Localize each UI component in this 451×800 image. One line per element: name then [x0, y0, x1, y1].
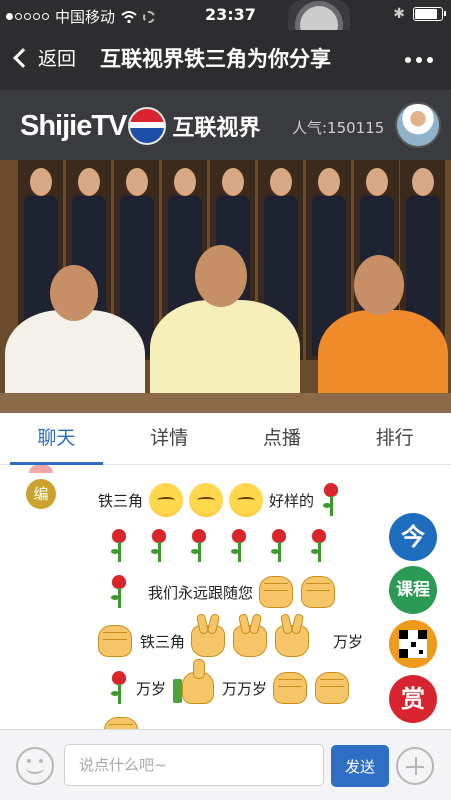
- sleepy-emoji-icon: [189, 483, 224, 517]
- fist-emoji-icon: [273, 672, 308, 704]
- qr-code-icon: [399, 630, 427, 658]
- chat-message: 铁三角 万岁: [98, 625, 369, 657]
- page-title: 互联视界铁三角为你分享: [100, 47, 331, 71]
- fist-emoji-icon: [315, 672, 350, 704]
- back-label: 返回: [38, 48, 77, 70]
- victory-hand-icon: [191, 625, 226, 657]
- battery-level: [415, 9, 438, 19]
- wifi-icon: [121, 10, 137, 23]
- chat-input-bar: 发送: [0, 729, 451, 800]
- carrier-label: 中国移动: [55, 8, 116, 26]
- host-avatar[interactable]: [395, 102, 441, 148]
- message-text: 好样的: [269, 491, 315, 510]
- fist-emoji-icon: [301, 576, 336, 608]
- signal-dots-icon: [6, 13, 49, 20]
- activity-spinner-icon: [143, 10, 156, 23]
- today-button[interactable]: 今: [389, 513, 437, 561]
- fist-emoji-icon: [98, 625, 132, 657]
- status-bar: 中国移动 23:37 ✱: [0, 0, 451, 30]
- clock: 23:37: [205, 5, 256, 24]
- message-text: 万岁: [333, 632, 364, 651]
- message-text: 铁三角: [98, 491, 144, 510]
- speaker-center-head: [195, 245, 247, 307]
- rose-icon: [108, 575, 130, 609]
- chat-list[interactable]: 编 铁三角 好样的 我们永远跟随您 铁三角 万岁 万岁 万万岁: [0, 465, 451, 729]
- reward-button[interactable]: 赏: [389, 675, 437, 723]
- tab-vod[interactable]: 点播: [226, 413, 339, 464]
- logo-globe-icon: [128, 107, 167, 145]
- back-button[interactable]: 返回: [12, 44, 76, 71]
- chat-message: [108, 529, 348, 563]
- rose-icon: [228, 529, 250, 563]
- speaker-right-head: [354, 255, 404, 315]
- victory-hand-icon: [275, 625, 310, 657]
- chevron-left-icon: [13, 47, 33, 68]
- smiley-icon[interactable]: [16, 747, 54, 785]
- message-text: 我们永远跟随您: [148, 583, 254, 602]
- tab-ranking[interactable]: 排行: [338, 413, 451, 464]
- editor-badge: 编: [26, 465, 56, 509]
- channel-header: ShijieTV 互联视界 人气:150115: [0, 90, 451, 160]
- message-text: 铁三角: [140, 632, 186, 651]
- speaker-left-head: [50, 265, 98, 321]
- ellipsis-icon[interactable]: [405, 57, 433, 63]
- bluetooth-icon: ✱: [393, 6, 405, 22]
- rose-icon: [148, 529, 170, 563]
- send-button[interactable]: 发送: [331, 745, 389, 787]
- thumbs-up-icon: [173, 659, 215, 704]
- logo-text: ShijieTV: [20, 109, 127, 142]
- course-button[interactable]: 课程: [389, 566, 437, 614]
- popularity-count: 人气:150115: [292, 119, 385, 137]
- chat-message: [104, 717, 146, 729]
- live-video[interactable]: [0, 160, 451, 413]
- rose-icon: [308, 529, 330, 563]
- channel-logo: ShijieTV 互联视界: [20, 107, 260, 145]
- rose-icon: [108, 529, 130, 563]
- victory-hand-icon: [233, 625, 268, 657]
- message-input[interactable]: [64, 744, 324, 786]
- battery-icon: [413, 7, 446, 21]
- chat-message: 万岁 万万岁: [108, 659, 357, 705]
- message-text: 万万岁: [222, 679, 268, 698]
- rose-icon: [188, 529, 210, 563]
- tab-chat[interactable]: 聊天: [0, 413, 113, 465]
- chat-message: 铁三角 好样的: [98, 483, 360, 517]
- status-right: ✱: [393, 6, 446, 22]
- sleepy-emoji-icon: [149, 483, 184, 517]
- tab-details[interactable]: 详情: [113, 413, 226, 464]
- sleepy-emoji-icon: [229, 483, 264, 517]
- message-text: 万岁: [136, 679, 167, 698]
- status-left: 中国移动: [6, 6, 156, 27]
- logo-cn-text: 互联视界: [172, 116, 261, 141]
- rose-icon: [268, 529, 290, 563]
- fist-emoji-icon: [259, 576, 294, 608]
- rose-icon: [320, 483, 342, 517]
- video-table: [0, 393, 451, 413]
- tab-bar: 聊天 详情 点播 排行: [0, 413, 451, 465]
- fist-emoji-icon: [104, 717, 138, 729]
- rose-icon: [108, 671, 130, 705]
- plus-icon[interactable]: [396, 747, 434, 785]
- qr-code-button[interactable]: [389, 620, 437, 668]
- nav-bar: 返回 互联视界铁三角为你分享: [0, 30, 451, 90]
- chat-message: 我们永远跟随您: [108, 575, 343, 609]
